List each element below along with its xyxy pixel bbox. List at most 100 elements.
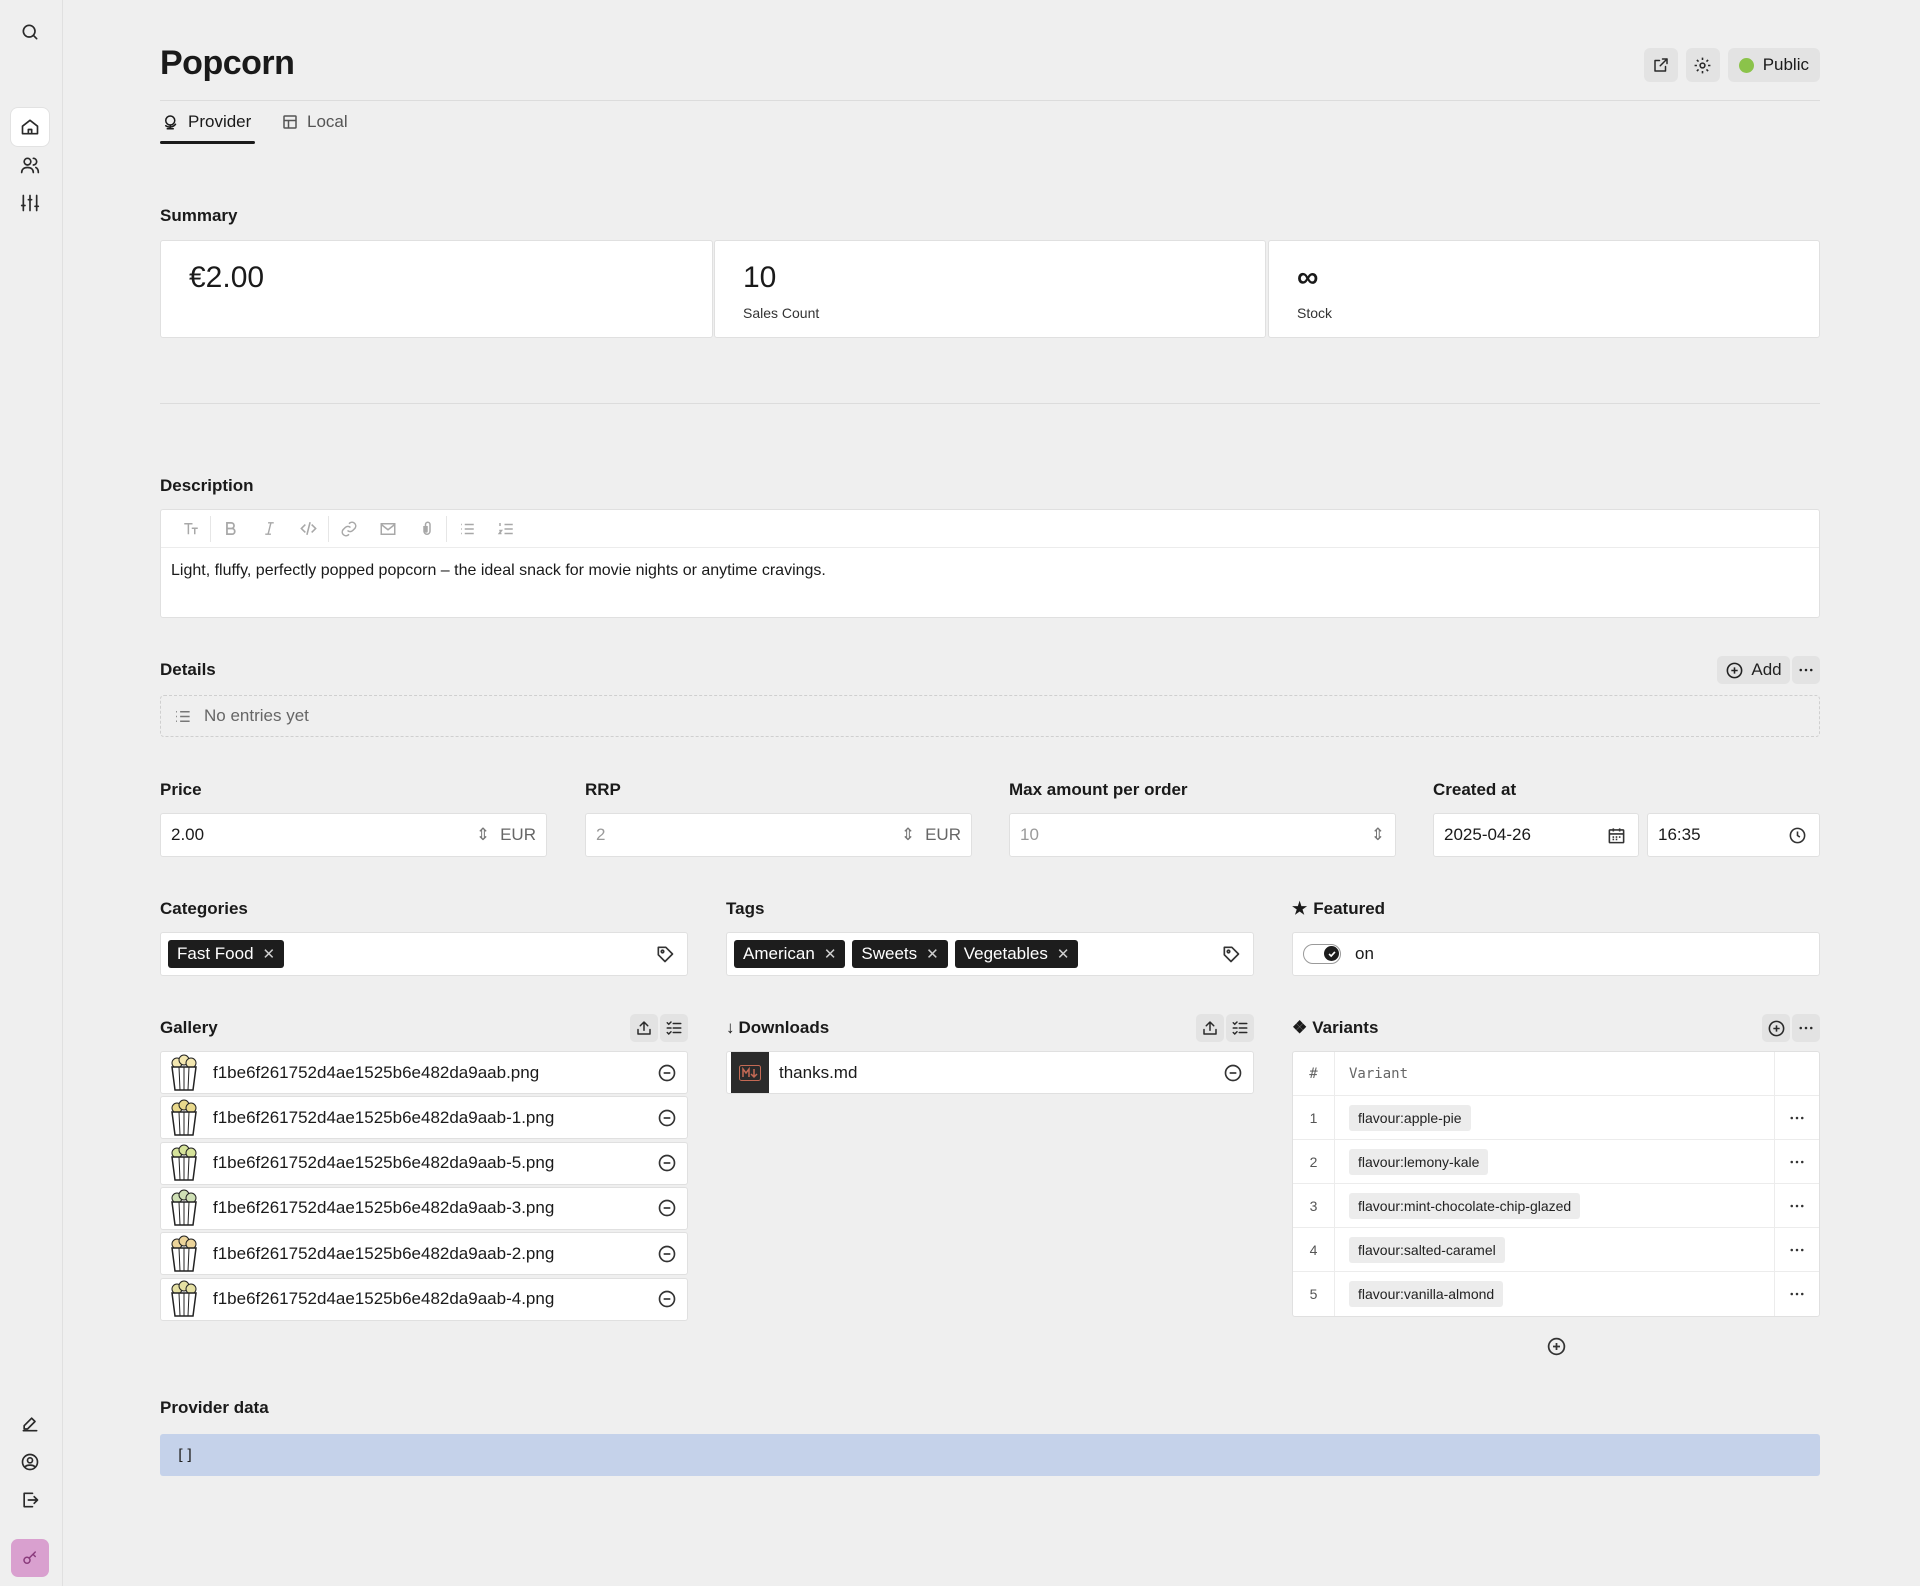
description-text[interactable]: Light, fluffy, perfectly popped popcorn … [171,562,826,580]
bullet-list-icon [460,523,474,534]
stepper-icon[interactable]: ⇕ [476,825,490,845]
chip-remove-icon[interactable]: ✕ [824,945,837,963]
nav-users[interactable] [11,146,49,184]
bold-button[interactable] [211,510,250,548]
row-menu-button[interactable] [1775,1096,1819,1139]
edit-button[interactable] [11,1405,49,1443]
left-rail [0,0,63,1586]
details-add-button[interactable]: Add [1717,656,1790,684]
provider-data-block[interactable]: [] [160,1434,1820,1476]
gallery-row[interactable]: f1be6f261752d4ae1525b6e482da9aab-3.png [160,1186,688,1230]
remove-icon[interactable] [657,1198,677,1218]
tag-chip: Sweets ✕ [852,940,948,968]
tags-field[interactable]: American ✕ Sweets ✕ Vegetables ✕ [726,932,1254,976]
brand-button[interactable] [11,1539,49,1577]
created-date-field[interactable]: 2025-04-26 [1433,813,1639,857]
chip-label: Vegetables [963,944,1048,963]
downloads-upload-button[interactable] [1196,1014,1224,1042]
remove-icon[interactable] [657,1153,677,1173]
search-button[interactable] [11,13,49,51]
remove-icon[interactable] [657,1244,677,1264]
status-toggle[interactable]: Public [1727,48,1820,82]
chip-remove-icon[interactable]: ✕ [263,945,276,963]
variant-cell[interactable]: flavour:apple-pie [1335,1096,1775,1139]
gallery-options-button[interactable] [660,1014,688,1042]
remove-icon[interactable] [657,1108,677,1128]
variant-cell[interactable]: flavour:lemony-kale [1335,1140,1775,1183]
plus-circle-icon [1547,1337,1565,1355]
tab-local[interactable]: Local [281,112,348,132]
max-amount-field[interactable]: 10 ⇕ [1009,813,1396,857]
code-button[interactable] [289,510,328,548]
row-menu-button[interactable] [1775,1184,1819,1227]
remove-icon[interactable] [657,1289,677,1309]
logout-icon [23,1492,39,1508]
downloads-options-button[interactable] [1226,1014,1254,1042]
row-menu-button[interactable] [1775,1228,1819,1271]
clock-icon[interactable] [1788,826,1807,845]
remove-icon[interactable] [657,1063,677,1083]
chip-remove-icon[interactable]: ✕ [1057,945,1070,963]
stepper-icon[interactable]: ⇕ [901,825,915,845]
row-number: 1 [1293,1096,1335,1139]
gallery-row[interactable]: f1be6f261752d4ae1525b6e482da9aab-1.png [160,1096,688,1140]
settings-button[interactable] [1685,48,1720,82]
text-size-button[interactable] [171,510,210,548]
row-menu-button[interactable] [1775,1272,1819,1316]
variants-more-button[interactable] [1792,1014,1820,1042]
email-button[interactable] [368,510,407,548]
variant-tag: flavour:apple-pie [1349,1104,1471,1131]
gallery-file-name: f1be6f261752d4ae1525b6e482da9aab-3.png [213,1198,555,1218]
check-icon [1327,950,1336,957]
tag-icon[interactable] [1221,944,1241,964]
account-button[interactable] [11,1443,49,1481]
link-button[interactable] [329,510,368,548]
gallery-row[interactable]: f1be6f261752d4ae1525b6e482da9aab.png [160,1051,688,1094]
variant-cell[interactable]: flavour:salted-caramel [1335,1228,1775,1271]
italic-button[interactable] [250,510,289,548]
numbered-list-button[interactable] [486,510,525,548]
gallery-upload-button[interactable] [630,1014,658,1042]
search-icon [22,24,38,40]
variant-cell[interactable]: flavour:vanilla-almond [1335,1272,1775,1316]
gallery-row[interactable]: f1be6f261752d4ae1525b6e482da9aab-2.png [160,1232,688,1276]
categories-heading: Categories [160,899,248,918]
logout-button[interactable] [11,1481,49,1519]
gallery-row[interactable]: f1be6f261752d4ae1525b6e482da9aab-4.png [160,1277,688,1321]
sales-value: 10 [743,261,777,294]
open-external-button[interactable] [1643,48,1678,82]
tag-icon[interactable] [655,944,675,964]
bullet-list-button[interactable] [447,510,486,548]
rrp-placeholder: 2 [596,825,606,844]
popcorn-thumbnail-icon [165,1052,203,1093]
stepper-icon[interactable]: ⇕ [1371,825,1385,845]
variants-add-button[interactable] [1762,1014,1790,1042]
tab-provider[interactable]: Provider [162,112,251,132]
rrp-field[interactable]: 2 ⇕ EUR [585,813,972,857]
featured-toggle[interactable] [1303,944,1341,964]
download-row[interactable]: thanks.md [726,1051,1254,1094]
variants-table: # Variant 1 flavour:apple-pie 2 flavour:lem… [1292,1051,1820,1317]
gallery-heading: Gallery [160,1018,218,1037]
tabs-divider [160,100,1820,101]
provider-data-heading: Provider data [160,1398,269,1417]
gallery-row[interactable]: f1be6f261752d4ae1525b6e482da9aab-5.png [160,1141,688,1185]
gallery-file-name: f1be6f261752d4ae1525b6e482da9aab-2.png [213,1243,555,1263]
price-input-value: 2.00 [171,825,205,844]
add-variant-row-button[interactable] [1543,1333,1569,1359]
created-time-field[interactable]: 16:35 [1647,813,1820,857]
details-empty-state: No entries yet [160,695,1820,737]
row-menu-button[interactable] [1775,1140,1819,1183]
attachment-button[interactable] [407,510,446,548]
variant-cell[interactable]: flavour:mint-chocolate-chip-glazed [1335,1184,1775,1227]
chip-label: American [743,944,815,963]
nav-home[interactable] [11,108,49,146]
remove-icon[interactable] [1223,1063,1243,1083]
calendar-icon[interactable] [1607,826,1626,845]
categories-field[interactable]: Fast Food ✕ [160,932,688,976]
chip-remove-icon[interactable]: ✕ [926,945,939,963]
price-field[interactable]: 2.00 ⇕ EUR [160,813,547,857]
details-more-button[interactable] [1792,656,1820,684]
tab-active-indicator [160,141,255,144]
nav-settings[interactable] [11,184,49,222]
